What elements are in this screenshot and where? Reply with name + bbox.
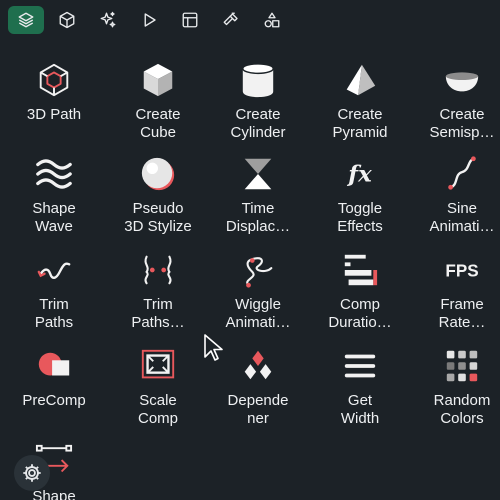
pyramid-icon: [346, 64, 376, 96]
tool-label: Create Pyramid: [332, 106, 388, 141]
layers-tab-button[interactable]: [8, 6, 44, 34]
random-colors-icon: [446, 350, 478, 382]
tool-label: Wiggle Animati…: [225, 296, 291, 331]
tool-label: Pseudo 3D Stylize: [124, 200, 192, 235]
fx-icon: fx: [346, 162, 372, 188]
cube-icon: [59, 11, 75, 29]
tool-shape-wave[interactable]: Shape Wave: [6, 144, 102, 236]
mouse-cursor: [204, 334, 223, 361]
tool-wiggle-animation[interactable]: Wiggle Animati…: [210, 240, 306, 332]
layers-icon: [18, 12, 34, 28]
tool-label: PreComp: [22, 392, 86, 409]
effects-tab-button[interactable]: [90, 6, 126, 34]
scale-comp-icon: [141, 349, 175, 379]
sphere-icon: [141, 157, 175, 191]
tool-3d-path[interactable]: 3D Path: [6, 50, 102, 142]
dependener-icon: [244, 350, 272, 380]
shapes-icon: [264, 12, 280, 28]
tool-comp-duration[interactable]: Comp Duratio…: [312, 240, 408, 332]
tool-create-pyramid[interactable]: Create Pyramid: [312, 50, 408, 142]
tool-create-semisphere[interactable]: Create Semisp…: [414, 50, 500, 142]
sine-icon: [448, 156, 476, 190]
sparkles-icon: [100, 11, 116, 28]
layout-icon: [182, 12, 198, 28]
tool-label: Trim Paths: [34, 296, 74, 331]
tool-label: Shape: [32, 488, 76, 500]
tool-label: Depende ner: [227, 392, 289, 427]
play-icon: [144, 13, 156, 27]
svg-text:FPS: FPS: [445, 262, 478, 281]
tool-trim-paths-multi[interactable]: Trim Paths…: [110, 240, 206, 332]
tool-random-colors[interactable]: Random Colors: [414, 336, 500, 428]
cylinder-icon: [242, 63, 274, 98]
hourglass-icon: [244, 158, 272, 190]
tool-label: Trim Paths…: [131, 296, 185, 331]
tool-grid: 3D Path Create Cube Create Cylinder Crea…: [0, 44, 500, 500]
tools-tab-button[interactable]: [213, 6, 249, 34]
tool-label: Sine Animati…: [429, 200, 495, 235]
tool-toggle-effects[interactable]: fx Toggle Effects: [312, 144, 408, 236]
tool-label: Toggle Effects: [337, 200, 383, 235]
3d-path-icon: [39, 63, 69, 97]
wiggle-icon: [246, 257, 273, 288]
wave-icon: [36, 159, 72, 189]
tool-pseudo-3d-stylize[interactable]: Pseudo 3D Stylize: [110, 144, 206, 236]
tool-label: Scale Comp: [137, 392, 178, 427]
tool-label: Time Displac…: [225, 200, 291, 235]
top-toolbar: [0, 0, 500, 40]
tool-precomp[interactable]: PreComp: [0, 336, 114, 428]
tool-label: Comp Duratio…: [328, 296, 392, 331]
semisphere-icon: [445, 72, 479, 92]
tool-label: Create Cylinder: [230, 106, 286, 141]
hammer-icon: [223, 12, 238, 26]
tool-label: 3D Path: [26, 106, 82, 123]
tool-sine-animation[interactable]: Sine Animati…: [414, 144, 500, 236]
trim-paths-icon: [37, 262, 71, 280]
tool-label: Frame Rate…: [438, 296, 486, 331]
gear-icon: [23, 464, 41, 482]
tool-label: Create Semisp…: [429, 106, 495, 141]
tool-get-width[interactable]: Get Width: [312, 336, 408, 428]
tool-create-cylinder[interactable]: Create Cylinder: [210, 50, 306, 142]
tool-label: Random Colors: [433, 392, 491, 427]
layout-tab-button[interactable]: [172, 6, 208, 34]
tool-frame-rate[interactable]: FPS Frame Rate…: [414, 240, 500, 332]
tool-label: Shape Wave: [32, 200, 76, 235]
settings-button[interactable]: [14, 455, 50, 491]
tool-label: Get Width: [340, 392, 380, 427]
precomp-icon: [38, 352, 70, 376]
animation-tab-button[interactable]: [131, 6, 167, 34]
comp-duration-icon: [344, 254, 378, 286]
tool-label: Create Cube: [135, 106, 181, 141]
cube-icon: [143, 63, 173, 97]
svg-text:fx: fx: [346, 162, 372, 188]
shapes-tab-button[interactable]: [254, 6, 290, 34]
fps-icon: FPS: [445, 262, 478, 281]
tool-create-cube[interactable]: Create Cube: [110, 50, 206, 142]
get-width-icon: [344, 354, 376, 378]
tool-time-displacement[interactable]: Time Displac…: [210, 144, 306, 236]
3d-tab-button[interactable]: [49, 6, 85, 34]
trim-paths-multi-icon: [144, 255, 172, 285]
tool-scale-comp[interactable]: Scale Comp: [110, 336, 206, 428]
tool-trim-paths[interactable]: Trim Paths: [6, 240, 102, 332]
